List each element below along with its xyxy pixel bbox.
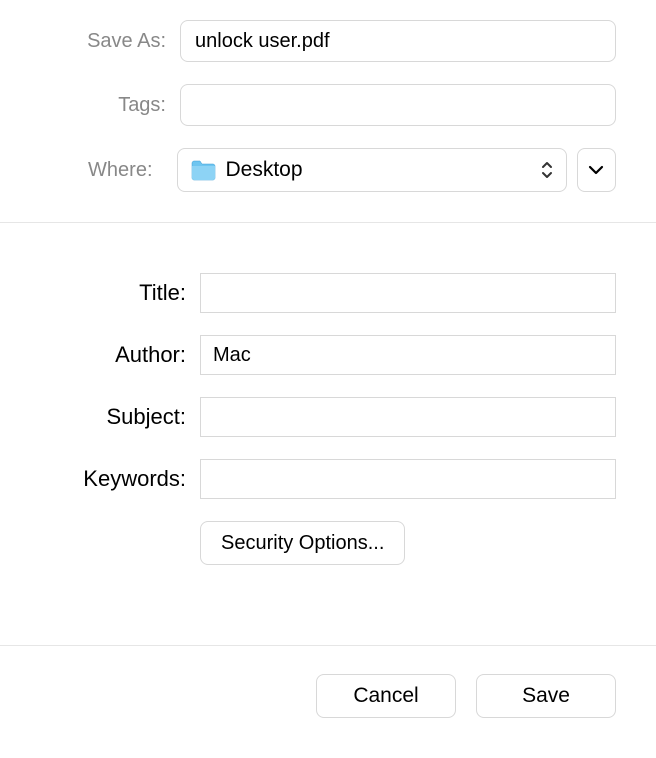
tags-input[interactable] xyxy=(180,84,616,126)
where-selected-text: Desktop xyxy=(226,158,540,182)
where-label: Where: xyxy=(40,159,167,182)
author-label: Author: xyxy=(40,342,200,368)
where-select[interactable]: Desktop xyxy=(177,148,567,192)
save-button[interactable]: Save xyxy=(476,674,616,718)
keywords-label: Keywords: xyxy=(40,466,200,492)
metadata-section: Title: Author: Subject: Keywords: Securi… xyxy=(0,223,656,595)
title-label: Title: xyxy=(40,280,200,306)
expand-button[interactable] xyxy=(577,148,617,192)
security-options-button[interactable]: Security Options... xyxy=(200,521,405,565)
chevron-down-icon xyxy=(588,165,604,175)
tags-label: Tags: xyxy=(40,94,180,117)
save-as-label: Save As: xyxy=(40,30,180,53)
author-input[interactable] xyxy=(200,335,616,375)
title-input[interactable] xyxy=(200,273,616,313)
save-as-input[interactable] xyxy=(180,20,616,62)
subject-label: Subject: xyxy=(40,404,200,430)
folder-icon xyxy=(190,159,216,181)
save-panel-top: Save As: Tags: Where: Desktop xyxy=(0,0,656,222)
cancel-button[interactable]: Cancel xyxy=(316,674,456,718)
stepper-icon xyxy=(540,160,554,180)
keywords-input[interactable] xyxy=(200,459,616,499)
footer: Cancel Save xyxy=(0,645,656,758)
subject-input[interactable] xyxy=(200,397,616,437)
